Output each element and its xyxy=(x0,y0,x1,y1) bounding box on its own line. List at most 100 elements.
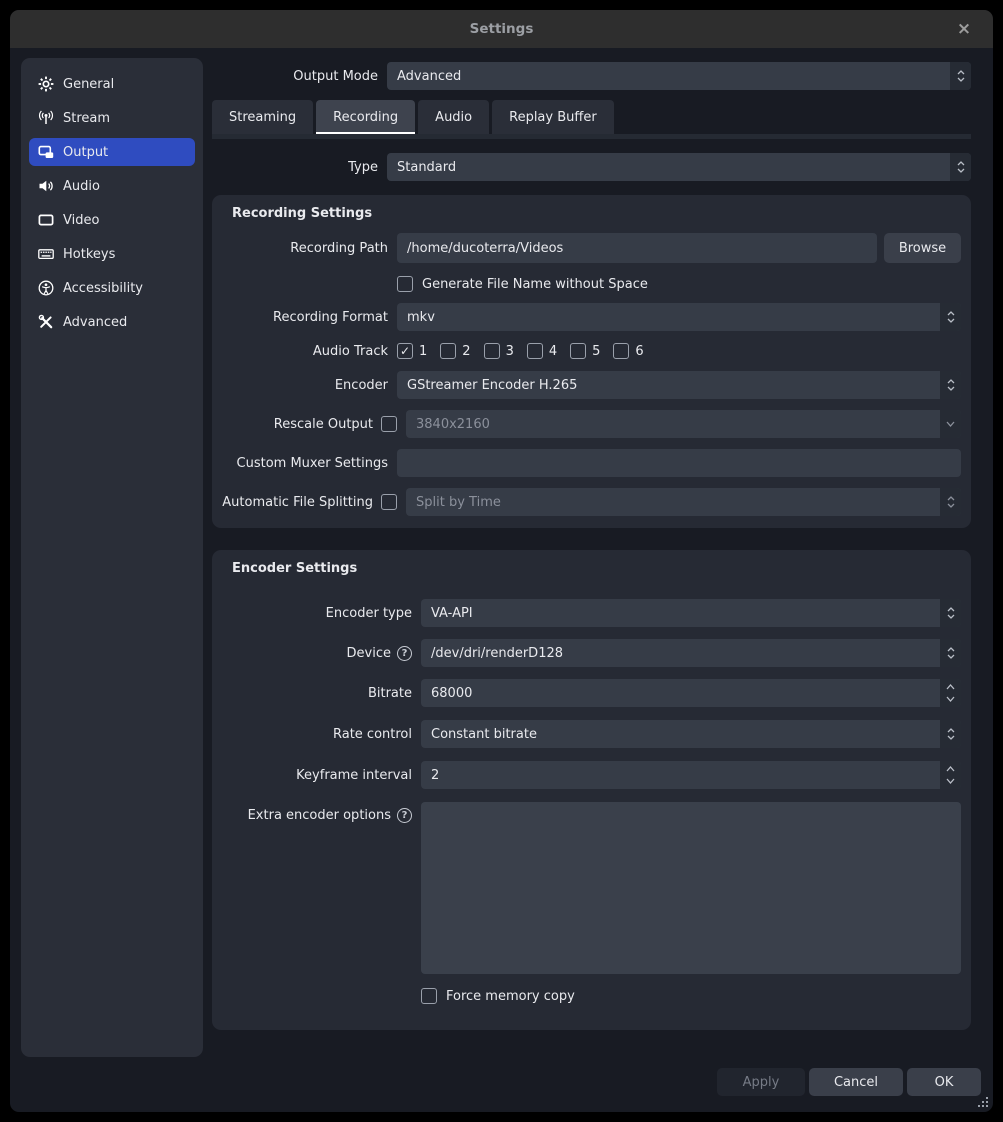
chevron-updown-icon[interactable] xyxy=(940,720,961,748)
type-select[interactable]: Standard xyxy=(387,153,971,181)
output-icon xyxy=(38,144,54,160)
sidebar-item-hotkeys[interactable]: Hotkeys xyxy=(29,240,195,268)
auto-split-row: Automatic File Splitting ✓ Split by Time xyxy=(222,488,961,516)
tab-streaming[interactable]: Streaming xyxy=(212,100,313,134)
encoder-type-select[interactable]: VA-API xyxy=(421,599,961,627)
sidebar-item-audio[interactable]: Audio xyxy=(29,172,195,200)
apply-button[interactable]: Apply xyxy=(717,1068,805,1096)
output-mode-select[interactable]: Advanced xyxy=(387,62,971,90)
sidebar-item-advanced[interactable]: Advanced xyxy=(29,308,195,336)
extra-options-label: Extra encoder options? xyxy=(222,808,412,823)
chevron-updown-icon[interactable] xyxy=(950,62,971,90)
keyframe-interval-spinbox[interactable]: 2 xyxy=(421,761,961,789)
tab-audio[interactable]: Audio xyxy=(418,100,489,134)
chevron-updown-icon[interactable] xyxy=(940,639,961,667)
dialog-footer: Apply Cancel OK xyxy=(717,1068,981,1096)
chevron-down-icon xyxy=(940,410,961,438)
custom-muxer-input[interactable] xyxy=(397,449,961,477)
device-select[interactable]: /dev/dri/renderD128 xyxy=(421,639,961,667)
custom-muxer-row: Custom Muxer Settings xyxy=(222,449,961,477)
tools-icon xyxy=(38,314,54,330)
rate-control-row: Rate control Constant bitrate xyxy=(222,720,961,748)
audio-track-5-checkbox[interactable]: ✓ xyxy=(570,343,586,359)
type-row: Type Standard xyxy=(212,153,971,181)
cancel-button[interactable]: Cancel xyxy=(809,1068,903,1096)
sidebar-item-video[interactable]: Video xyxy=(29,206,195,234)
output-mode-value: Advanced xyxy=(387,62,950,90)
force-memory-copy-checkbox[interactable]: ✓ xyxy=(421,988,437,1004)
sidebar-item-label: Accessibility xyxy=(63,281,143,296)
keyframe-interval-label: Keyframe interval xyxy=(222,768,412,783)
audio-track-6-checkbox[interactable]: ✓ xyxy=(613,343,629,359)
output-mode-row: Output Mode Advanced xyxy=(212,62,971,90)
rescale-output-row: Rescale Output ✓ 3840x2160 xyxy=(222,410,961,438)
sidebar-item-label: Stream xyxy=(63,111,110,126)
settings-sidebar: General Stream Output Audio Video Hotkey… xyxy=(21,58,203,1057)
auto-split-mode-select: Split by Time xyxy=(406,488,961,516)
audio-track-1-checkbox[interactable]: ✓ xyxy=(397,343,413,359)
auto-split-checkbox[interactable]: ✓ xyxy=(381,494,397,510)
close-icon[interactable]: × xyxy=(949,10,979,48)
generate-no-space-checkbox[interactable]: ✓ xyxy=(397,276,413,292)
recording-settings-group: Recording Settings Recording Path /home/… xyxy=(212,195,971,528)
tab-replay-buffer[interactable]: Replay Buffer xyxy=(492,100,614,134)
device-label: Device? xyxy=(222,646,412,661)
sidebar-item-label: Audio xyxy=(63,179,100,194)
output-tabbar: Streaming Recording Audio Replay Buffer xyxy=(212,100,971,134)
chevron-updown-icon[interactable] xyxy=(940,303,961,331)
custom-muxer-label: Custom Muxer Settings xyxy=(222,456,397,471)
bitrate-label: Bitrate xyxy=(222,686,412,701)
keyframe-interval-row: Keyframe interval 2 xyxy=(222,761,961,789)
title-bar[interactable]: Settings × xyxy=(10,10,993,48)
device-row: Device? /dev/dri/renderD128 xyxy=(222,639,961,667)
type-value: Standard xyxy=(387,153,950,181)
keyboard-icon xyxy=(38,246,54,262)
extra-options-row: Extra encoder options? xyxy=(222,802,961,974)
browse-button[interactable]: Browse xyxy=(884,233,961,263)
help-icon[interactable]: ? xyxy=(397,808,412,823)
help-icon[interactable]: ? xyxy=(397,646,412,661)
audio-track-2-checkbox[interactable]: ✓ xyxy=(440,343,456,359)
encoder-row: Encoder GStreamer Encoder H.265 xyxy=(222,371,961,399)
spinner-arrows-icon[interactable] xyxy=(940,761,961,789)
audio-track-3-checkbox[interactable]: ✓ xyxy=(484,343,500,359)
recording-format-select[interactable]: mkv xyxy=(397,303,961,331)
group-title: Encoder Settings xyxy=(222,561,961,576)
spinner-arrows-icon[interactable] xyxy=(940,679,961,707)
output-mode-label: Output Mode xyxy=(212,69,387,84)
bitrate-spinbox[interactable]: 68000 xyxy=(421,679,961,707)
tab-recording[interactable]: Recording xyxy=(316,100,415,134)
recording-format-label: Recording Format xyxy=(222,310,397,325)
sidebar-item-accessibility[interactable]: Accessibility xyxy=(29,274,195,302)
sidebar-item-general[interactable]: General xyxy=(29,70,195,98)
bitrate-row: Bitrate 68000 xyxy=(222,679,961,707)
audio-track-4-checkbox[interactable]: ✓ xyxy=(527,343,543,359)
encoder-label: Encoder xyxy=(222,378,397,393)
monitor-icon xyxy=(38,212,54,228)
recording-path-value: /home/ducoterra/Videos xyxy=(407,241,563,256)
chevron-updown-icon[interactable] xyxy=(950,153,971,181)
chevron-updown-icon[interactable] xyxy=(940,599,961,627)
settings-window: Settings × General Stream Output Audio V… xyxy=(10,10,993,1112)
ok-button[interactable]: OK xyxy=(907,1068,981,1096)
resize-grip[interactable] xyxy=(976,1096,989,1109)
encoder-select[interactable]: GStreamer Encoder H.265 xyxy=(397,371,961,399)
sidebar-item-label: Video xyxy=(63,213,99,228)
group-title: Recording Settings xyxy=(222,206,961,221)
recording-path-input[interactable]: /home/ducoterra/Videos xyxy=(397,233,877,263)
chevron-updown-icon[interactable] xyxy=(940,371,961,399)
sidebar-item-stream[interactable]: Stream xyxy=(29,104,195,132)
generate-no-space-label: Generate File Name without Space xyxy=(422,277,648,292)
sidebar-item-label: Hotkeys xyxy=(63,247,115,262)
rate-control-select[interactable]: Constant bitrate xyxy=(421,720,961,748)
rescale-output-checkbox[interactable]: ✓ xyxy=(381,416,397,432)
recording-format-row: Recording Format mkv xyxy=(222,303,961,331)
sidebar-item-output[interactable]: Output xyxy=(29,138,195,166)
rescale-resolution-select: 3840x2160 xyxy=(406,410,961,438)
extra-options-textarea[interactable] xyxy=(421,802,961,974)
sidebar-item-label: General xyxy=(63,77,114,92)
sidebar-item-label: Output xyxy=(63,145,108,160)
chevron-updown-icon xyxy=(940,488,961,516)
force-memory-copy-row: ✓ Force memory copy xyxy=(222,988,961,1004)
encoder-settings-group: Encoder Settings Encoder type VA-API Dev… xyxy=(212,550,971,1030)
